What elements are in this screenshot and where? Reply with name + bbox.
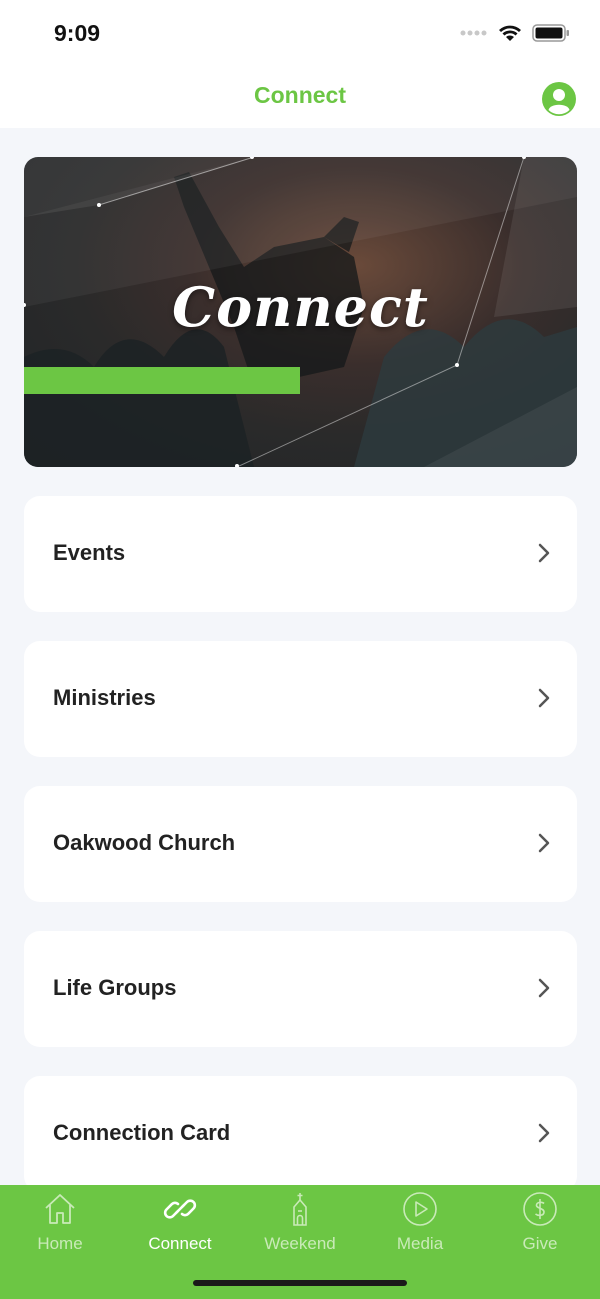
chevron-right-icon — [538, 543, 550, 563]
status-bar: 9:09 — [0, 0, 600, 66]
tab-give[interactable]: Give — [480, 1185, 600, 1265]
tab-label: Weekend — [264, 1234, 336, 1253]
hero-banner[interactable]: Connect — [24, 157, 577, 467]
menu-item-label: Connection Card — [53, 1120, 231, 1145]
status-time: 9:09 — [54, 20, 101, 46]
signal-dots-icon — [460, 30, 487, 36]
link-icon — [163, 1199, 197, 1219]
tab-connect[interactable]: Connect — [120, 1185, 240, 1265]
chevron-right-icon — [538, 978, 550, 998]
tab-home[interactable]: Home — [0, 1185, 120, 1265]
dollar-circle-icon — [523, 1192, 557, 1226]
tab-label: Home — [37, 1234, 83, 1253]
profile-button[interactable] — [542, 82, 576, 116]
tab-label: Give — [522, 1234, 558, 1253]
menu-item-label: Events — [53, 540, 126, 565]
menu-item-label: Oakwood Church — [53, 830, 236, 855]
home-icon — [45, 1194, 75, 1224]
play-circle-icon — [403, 1192, 437, 1226]
menu-item-life-groups[interactable]: Life Groups — [24, 931, 577, 1047]
status-icons — [460, 22, 570, 44]
chevron-right-icon — [538, 688, 550, 708]
tab-label: Connect — [148, 1234, 212, 1253]
menu-item-label: Life Groups — [53, 975, 177, 1000]
chevron-right-icon — [538, 1123, 550, 1143]
page-title: Connect — [254, 82, 346, 108]
menu-item-oakwood-church[interactable]: Oakwood Church — [24, 786, 577, 902]
chevron-right-icon — [538, 833, 550, 853]
church-icon — [293, 1193, 307, 1226]
menu-item-events[interactable]: Events — [24, 496, 577, 612]
nav-bar: Connect — [0, 66, 600, 128]
user-circle-icon — [542, 82, 576, 116]
tab-weekend[interactable]: Weekend — [240, 1185, 360, 1265]
menu-item-label: Ministries — [53, 685, 156, 710]
battery-icon — [532, 24, 569, 42]
menu-item-connection-card[interactable]: Connection Card — [24, 1076, 577, 1192]
tab-media[interactable]: Media — [360, 1185, 480, 1265]
menu-item-ministries[interactable]: Ministries — [24, 641, 577, 757]
tab-label: Media — [396, 1234, 444, 1253]
wifi-icon — [499, 25, 521, 41]
hero-title: Connect — [172, 275, 429, 339]
hero-accent-bar — [24, 367, 300, 394]
home-indicator — [193, 1280, 407, 1286]
